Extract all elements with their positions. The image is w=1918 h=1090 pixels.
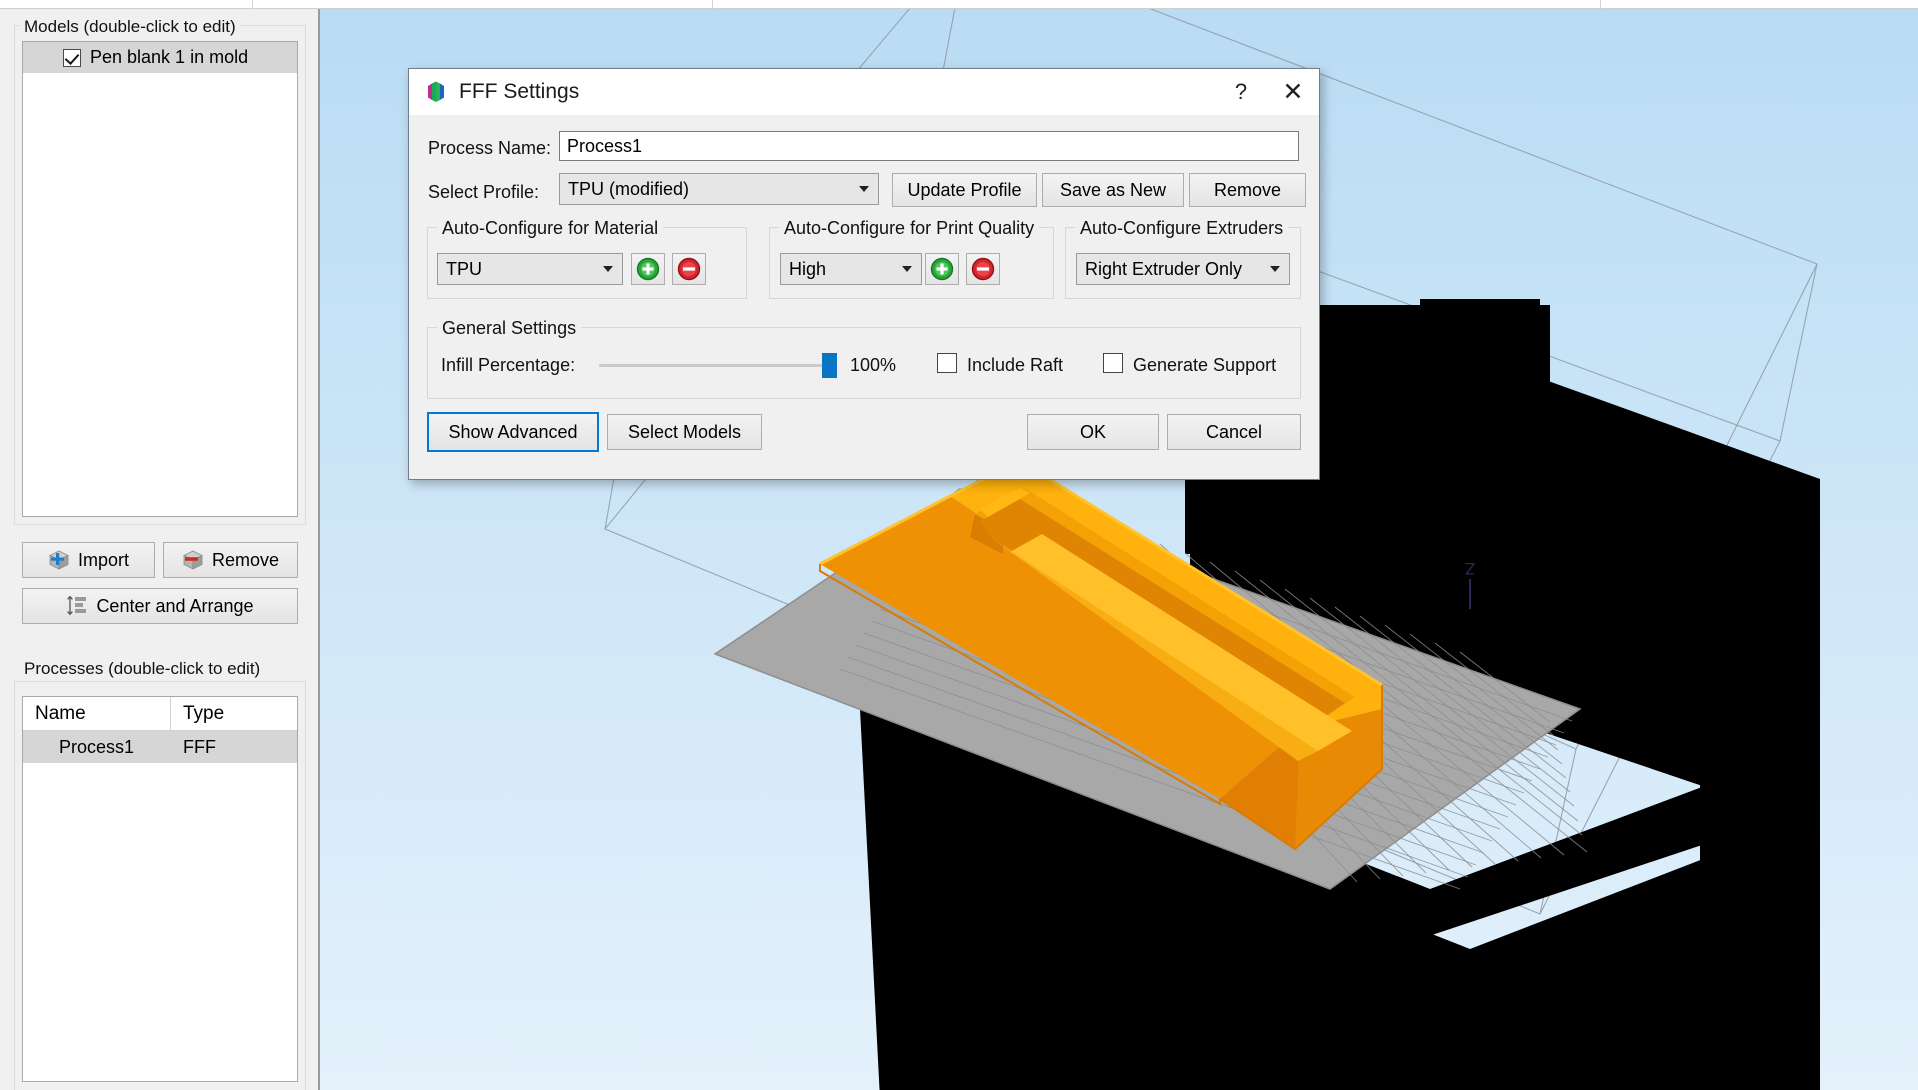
quality-combo[interactable]: High: [780, 253, 922, 285]
material-combo[interactable]: TPU: [437, 253, 623, 285]
add-quality-button[interactable]: [925, 253, 959, 285]
list-item[interactable]: Pen blank 1 in mold: [23, 42, 297, 73]
models-group-label: Models (double-click to edit): [20, 17, 240, 37]
generate-support-label: Generate Support: [1133, 355, 1276, 376]
chevron-down-icon: [902, 266, 912, 272]
quality-group-label: Auto-Configure for Print Quality: [779, 218, 1039, 239]
update-profile-label: Update Profile: [907, 180, 1021, 201]
left-panel: Models (double-click to edit) Pen blank …: [0, 9, 320, 1090]
center-and-arrange-button[interactable]: Center and Arrange: [22, 588, 298, 624]
save-as-new-label: Save as New: [1060, 180, 1166, 201]
select-profile-value: TPU (modified): [568, 179, 689, 200]
chevron-down-icon: [603, 266, 613, 272]
remove-circle-icon: [677, 257, 701, 281]
remove-model-button[interactable]: Remove: [163, 542, 298, 578]
select-profile-combo[interactable]: TPU (modified): [559, 173, 879, 205]
top-toolbar: [0, 0, 1918, 9]
remove-button-label: Remove: [212, 550, 279, 571]
process-name-cell: Process1: [23, 731, 171, 763]
models-listbox[interactable]: Pen blank 1 in mold: [22, 41, 298, 517]
add-circle-icon: [636, 257, 660, 281]
infill-value: 100%: [850, 355, 896, 376]
include-raft-label: Include Raft: [967, 355, 1063, 376]
remove-material-button[interactable]: [672, 253, 706, 285]
remove-cube-icon: [182, 549, 204, 571]
select-profile-label: Select Profile:: [428, 182, 539, 203]
extruders-group-label: Auto-Configure Extruders: [1075, 218, 1288, 239]
show-advanced-label: Show Advanced: [448, 422, 577, 443]
import-button[interactable]: Import: [22, 542, 155, 578]
process-name-value: Process1: [567, 136, 642, 157]
extruders-value: Right Extruder Only: [1085, 259, 1242, 280]
remove-circle-icon: [971, 257, 995, 281]
add-circle-icon: [930, 257, 954, 281]
model-label: Pen blank 1 in mold: [90, 47, 248, 68]
cancel-label: Cancel: [1206, 422, 1262, 443]
close-icon[interactable]: ✕: [1267, 69, 1319, 115]
show-advanced-button[interactable]: Show Advanced: [428, 413, 598, 451]
processes-group-label: Processes (double-click to edit): [20, 659, 264, 679]
process-type-cell: FFF: [171, 731, 297, 763]
process-name-label: Process Name:: [428, 138, 551, 159]
center-arrange-label: Center and Arrange: [96, 596, 253, 617]
table-row[interactable]: Process1 FFF: [23, 731, 297, 763]
column-header-name[interactable]: Name: [23, 697, 171, 730]
select-models-button[interactable]: Select Models: [607, 414, 762, 450]
help-icon[interactable]: ?: [1215, 69, 1267, 115]
quality-value: High: [789, 259, 826, 280]
fff-settings-dialog: FFF Settings ? ✕ Process Name: Process1 …: [408, 68, 1320, 480]
material-value: TPU: [446, 259, 482, 280]
chevron-down-icon: [859, 186, 869, 192]
infill-slider-track[interactable]: [599, 364, 831, 367]
import-button-label: Import: [78, 550, 129, 571]
processes-header-row: Name Type: [23, 697, 297, 731]
extruders-combo[interactable]: Right Extruder Only: [1076, 253, 1290, 285]
import-cube-icon: [48, 549, 70, 571]
fff-settings-icon: [423, 79, 449, 105]
remove-profile-button[interactable]: Remove: [1189, 173, 1306, 207]
z-axis-label: Z: [1465, 559, 1475, 578]
save-as-new-button[interactable]: Save as New: [1042, 173, 1184, 207]
dialog-body: Process Name: Process1 Select Profile: T…: [409, 115, 1319, 479]
material-group-label: Auto-Configure for Material: [437, 218, 663, 239]
ok-button[interactable]: OK: [1027, 414, 1159, 450]
chevron-down-icon: [1270, 266, 1280, 272]
cancel-button[interactable]: Cancel: [1167, 414, 1301, 450]
remove-profile-label: Remove: [1214, 180, 1281, 201]
dialog-titlebar[interactable]: FFF Settings ? ✕: [409, 69, 1319, 115]
add-material-button[interactable]: [631, 253, 665, 285]
arrange-icon: [66, 595, 88, 617]
generate-support-checkbox[interactable]: [1103, 353, 1123, 373]
model-checkbox[interactable]: [63, 49, 81, 67]
infill-slider-thumb[interactable]: [822, 353, 837, 378]
process-name-input[interactable]: Process1: [559, 131, 1299, 161]
column-header-type[interactable]: Type: [171, 697, 297, 730]
select-models-label: Select Models: [628, 422, 741, 443]
processes-table[interactable]: Name Type Process1 FFF: [22, 696, 298, 1082]
update-profile-button[interactable]: Update Profile: [892, 173, 1037, 207]
ok-label: OK: [1080, 422, 1106, 443]
dialog-title: FFF Settings: [459, 80, 579, 104]
application-window: Models (double-click to edit) Pen blank …: [0, 0, 1918, 1090]
remove-quality-button[interactable]: [966, 253, 1000, 285]
infill-percentage-label: Infill Percentage:: [441, 355, 575, 376]
general-group-label: General Settings: [437, 318, 581, 339]
include-raft-checkbox[interactable]: [937, 353, 957, 373]
